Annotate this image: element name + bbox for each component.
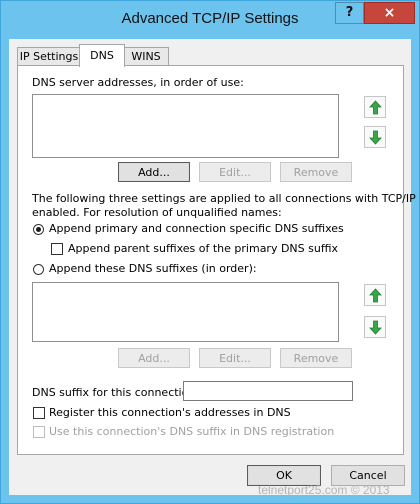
- suffix-remove-button[interactable]: Remove: [280, 348, 352, 368]
- checkbox-use-suffix-label: Use this connection's DNS suffix in DNS …: [49, 425, 335, 438]
- description-line-2: enabled. For resolution of unqualified n…: [32, 206, 282, 219]
- dns-remove-button[interactable]: Remove: [280, 162, 352, 182]
- description-line-1: The following three settings are applied…: [32, 192, 416, 205]
- dns-tab-panel: DNS server addresses, in order of use: A…: [17, 65, 416, 455]
- suffix-edit-button[interactable]: Edit...: [199, 348, 271, 368]
- dns-servers-list[interactable]: [32, 94, 339, 158]
- help-icon: ?: [345, 5, 354, 20]
- close-icon: ×: [383, 5, 396, 21]
- radio-append-primary-label[interactable]: Append primary and connection specific D…: [49, 222, 344, 235]
- watermark: telnetport25.com © 2013: [258, 483, 390, 497]
- arrow-down-icon: [369, 320, 382, 335]
- help-button[interactable]: ?: [335, 2, 364, 24]
- arrow-down-icon: [369, 130, 382, 145]
- connection-suffix-label: DNS suffix for this connection:: [32, 386, 200, 399]
- checkbox-use-suffix: [33, 426, 45, 438]
- checkbox-register-addresses[interactable]: [33, 407, 45, 419]
- checkbox-append-parent[interactable]: [51, 243, 63, 255]
- suffix-move-down-button[interactable]: [364, 316, 386, 338]
- arrow-up-icon: [369, 100, 382, 115]
- suffix-add-button[interactable]: Add...: [118, 348, 190, 368]
- close-button[interactable]: ×: [364, 2, 415, 24]
- checkbox-register-addresses-label[interactable]: Register this connection's addresses in …: [49, 406, 291, 419]
- suffix-move-up-button[interactable]: [364, 284, 386, 306]
- dns-add-button[interactable]: Add...: [118, 162, 190, 182]
- radio-append-these[interactable]: [33, 264, 44, 275]
- dns-servers-label: DNS server addresses, in order of use:: [32, 76, 244, 89]
- dns-suffixes-list[interactable]: [32, 282, 339, 342]
- connection-suffix-input[interactable]: [183, 381, 353, 401]
- dialog-window: Advanced TCP/IP Settings ? × IP Settings…: [0, 0, 420, 504]
- arrow-up-icon: [369, 288, 382, 303]
- move-down-button[interactable]: [364, 126, 386, 148]
- radio-append-these-label[interactable]: Append these DNS suffixes (in order):: [49, 262, 257, 275]
- tab-wins[interactable]: WINS: [123, 47, 169, 66]
- checkbox-append-parent-label[interactable]: Append parent suffixes of the primary DN…: [68, 242, 338, 255]
- radio-append-primary[interactable]: [33, 224, 44, 235]
- move-up-button[interactable]: [364, 96, 386, 118]
- title-bar[interactable]: Advanced TCP/IP Settings ? ×: [1, 1, 419, 39]
- dialog-client: IP Settings DNS WINS DNS server addresse…: [9, 39, 416, 495]
- dns-edit-button[interactable]: Edit...: [199, 162, 271, 182]
- tab-dns[interactable]: DNS: [79, 44, 125, 67]
- tab-ip-settings[interactable]: IP Settings: [17, 47, 81, 66]
